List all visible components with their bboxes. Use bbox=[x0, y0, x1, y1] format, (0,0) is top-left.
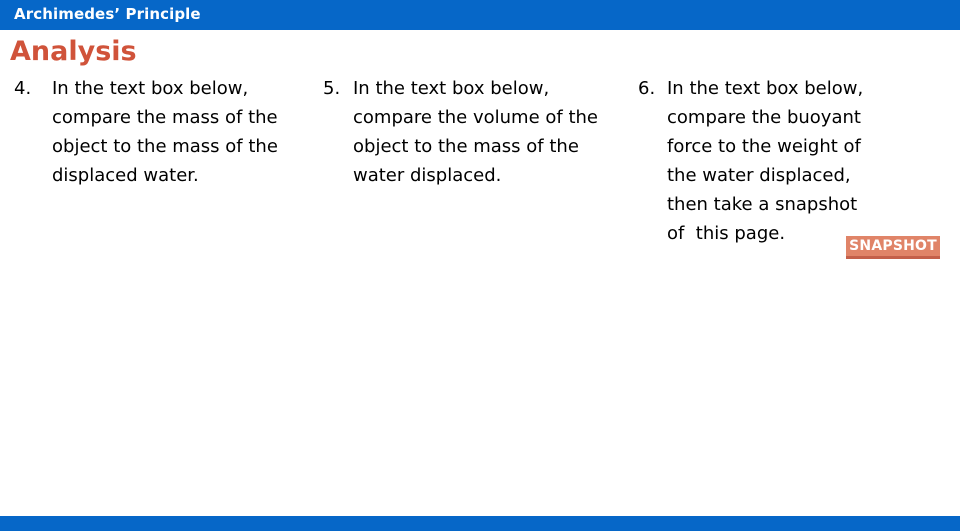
question-text-5: In the text box below, compare the volum… bbox=[353, 74, 633, 190]
snapshot-button-label: SNAPSHOT bbox=[849, 238, 937, 254]
question-text-line: In the text box below, bbox=[52, 78, 249, 99]
question-text-line: object to the mass of the bbox=[52, 136, 278, 157]
question-text-line: then take a snapshot bbox=[667, 194, 858, 215]
question-number-6: 6. bbox=[638, 78, 656, 99]
question-text-line: object to the mass of the bbox=[353, 136, 579, 157]
question-number-5: 5. bbox=[323, 78, 341, 99]
question-text-line: water displaced. bbox=[353, 165, 502, 186]
question-text-4: In the text box below, compare the mass … bbox=[52, 74, 312, 190]
section-heading-analysis: Analysis bbox=[10, 36, 137, 67]
question-column-1: 4. In the text box below, compare the ma… bbox=[12, 74, 312, 190]
question-text-line: In the text box below, bbox=[667, 78, 864, 99]
question-number-4: 4. bbox=[14, 78, 32, 99]
snapshot-button[interactable]: SNAPSHOT bbox=[846, 236, 940, 259]
content-area: 4. In the text box below, compare the ma… bbox=[0, 74, 960, 514]
question-text-line: In the text box below, bbox=[353, 78, 550, 99]
question-text-line: compare the volume of the bbox=[353, 107, 598, 128]
slide-title: Archimedes’ Principle bbox=[14, 5, 201, 23]
question-text-line: force to the weight of bbox=[667, 136, 861, 157]
question-text-6: In the text box below, compare the buoya… bbox=[667, 74, 950, 248]
question-text-line: compare the buoyant bbox=[667, 107, 861, 128]
question-item-5: 5. In the text box below, compare the vo… bbox=[323, 74, 633, 190]
question-column-3: 6. In the text box below, compare the bu… bbox=[638, 74, 950, 248]
question-text-line: displaced water. bbox=[52, 165, 199, 186]
question-column-2: 5. In the text box below, compare the vo… bbox=[323, 74, 633, 190]
question-text-line: compare the mass of the bbox=[52, 107, 278, 128]
question-item-6: 6. In the text box below, compare the bu… bbox=[638, 74, 950, 248]
question-text-line: the water displaced, bbox=[667, 165, 851, 186]
slide-title-bar: Archimedes’ Principle bbox=[0, 0, 960, 30]
slide-footer-bar bbox=[0, 516, 960, 531]
question-item-4: 4. In the text box below, compare the ma… bbox=[12, 74, 312, 190]
